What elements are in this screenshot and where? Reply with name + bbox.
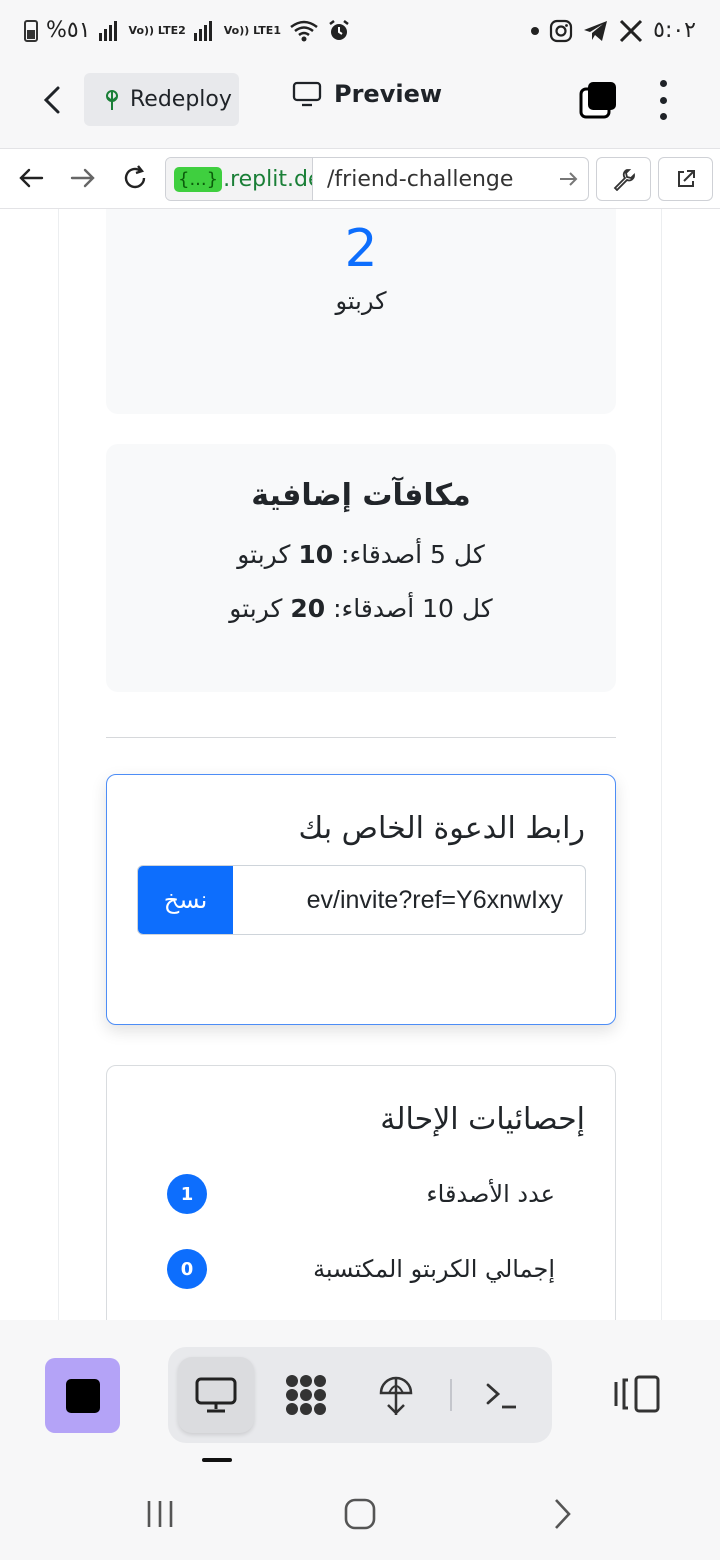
active-tab-indicator (202, 1458, 232, 1462)
status-left: %٥١ Vo)) LTE2 Vo)) LTE1 (24, 18, 351, 43)
page-content: 2 كربتو مكافآت إضافية كل 5 أصدقاء: 10 كر… (58, 209, 662, 1320)
url-bar: {...} .replit.de /friend-challenge (0, 148, 720, 209)
copy-button[interactable]: نسخ (138, 866, 233, 934)
deploy-globe-icon (379, 1376, 413, 1415)
terminal-icon (486, 1383, 516, 1409)
divider (106, 737, 616, 738)
agent-tool-button[interactable] (268, 1357, 344, 1433)
layout-toggle-icon[interactable] (612, 1374, 662, 1414)
bonus-title: مكافآت إضافية (251, 478, 471, 513)
reward-unit: كربتو (335, 287, 387, 315)
agent-icon (286, 1375, 326, 1415)
sim1-label: Vo)) LTE1 (223, 24, 281, 37)
monitor-icon (195, 1377, 237, 1413)
reward-card: 2 كربتو (106, 209, 616, 414)
system-back-button[interactable] (537, 1494, 587, 1534)
stop-button[interactable] (45, 1358, 120, 1433)
referral-stats-card: إحصائيات الإحالة 1 عدد الأصدقاء 0 إجمالي… (106, 1065, 616, 1320)
status-bar: %٥١ Vo)) LTE2 Vo)) LTE1 ٥:٠٢ (0, 0, 720, 68)
friends-count-badge: 1 (167, 1174, 207, 1214)
shell-tool-button[interactable] (464, 1357, 540, 1433)
url-host: {...} .replit.de (166, 158, 313, 200)
home-button[interactable] (335, 1494, 385, 1534)
open-external-button[interactable] (658, 157, 713, 201)
deploy-icon (106, 89, 118, 110)
friends-count-label: عدد الأصدقاء (426, 1180, 555, 1208)
telegram-icon (584, 20, 608, 41)
stat-row-crypto: 0 إجمالي الكربتو المكتسبة (167, 1249, 555, 1289)
workspace-bar (0, 1320, 720, 1470)
stop-icon (65, 1378, 100, 1413)
preview-tool-button[interactable] (178, 1357, 254, 1433)
url-path[interactable]: /friend-challenge (313, 167, 548, 192)
stat-row-friends: 1 عدد الأصدقاء (167, 1174, 555, 1214)
crypto-total-badge: 0 (167, 1249, 207, 1289)
notification-dot-icon (531, 26, 540, 35)
browser-forward-icon[interactable] (68, 163, 98, 193)
monitor-icon (292, 81, 322, 107)
sim2-label: Vo)) LTE2 (128, 24, 186, 37)
recents-icon (147, 1501, 173, 1527)
status-right: ٥:٠٢ (531, 18, 696, 43)
wrench-icon (613, 169, 635, 191)
battery-percent: %٥١ (46, 18, 91, 43)
alarm-icon (329, 19, 349, 40)
invite-link-card: رابط الدعوة الخاص بك نسخ ev/invite?ref=Y… (106, 774, 616, 1025)
home-icon (344, 1498, 376, 1530)
toolbar-separator (450, 1379, 452, 1411)
stats-title: إحصائيات الإحالة (380, 1102, 585, 1137)
back-chevron-icon[interactable] (36, 82, 72, 118)
app-toolbar: Redeploy Preview (0, 68, 720, 148)
url-badge: {...} (174, 166, 223, 192)
bonus-value-5: 10 (298, 540, 334, 569)
bonus-card: مكافآت إضافية كل 5 أصدقاء: 10 كربتو كل 1… (106, 444, 616, 692)
instagram-icon (550, 19, 573, 42)
back-icon (555, 1499, 571, 1529)
reward-value: 2 (344, 219, 378, 279)
system-nav-bar (0, 1470, 720, 1560)
bonus-line-5: كل 5 أصدقاء: 10 كربتو (237, 540, 485, 569)
signal-icon (98, 20, 117, 41)
clock: ٥:٠٢ (653, 18, 696, 43)
workspace-tools (168, 1347, 552, 1443)
invite-title: رابط الدعوة الخاص بك (298, 811, 585, 846)
browser-back-icon[interactable] (16, 163, 46, 193)
reload-icon[interactable] (120, 163, 150, 193)
bonus-value-10: 20 (290, 594, 326, 623)
external-link-icon (677, 170, 695, 187)
crypto-total-label: إجمالي الكربتو المكتسبة (313, 1255, 555, 1283)
deployments-tool-button[interactable] (358, 1357, 434, 1433)
invite-link-field[interactable]: ev/invite?ref=Y6xnwIxy (233, 866, 585, 934)
preview-label: Preview (334, 80, 443, 108)
recent-apps-button[interactable] (135, 1494, 185, 1534)
signal-icon (193, 20, 212, 41)
battery-icon (24, 19, 38, 42)
wifi-icon (290, 20, 318, 41)
more-options-icon[interactable] (656, 80, 670, 120)
bonus-line-10: كل 10 أصدقاء: 20 كربتو (229, 594, 493, 623)
x-icon (620, 19, 643, 42)
devtools-button[interactable] (596, 157, 651, 201)
redeploy-label: Redeploy (130, 87, 232, 112)
url-field[interactable]: {...} .replit.de /friend-challenge (165, 157, 589, 201)
url-host-text: .replit.de (223, 166, 313, 192)
tabs-icon[interactable] (578, 80, 618, 120)
redeploy-button[interactable]: Redeploy (84, 73, 239, 126)
invite-input-group: نسخ ev/invite?ref=Y6xnwIxy (137, 865, 586, 935)
preview-tab[interactable]: Preview (292, 80, 442, 108)
go-arrow-icon[interactable] (548, 167, 588, 191)
